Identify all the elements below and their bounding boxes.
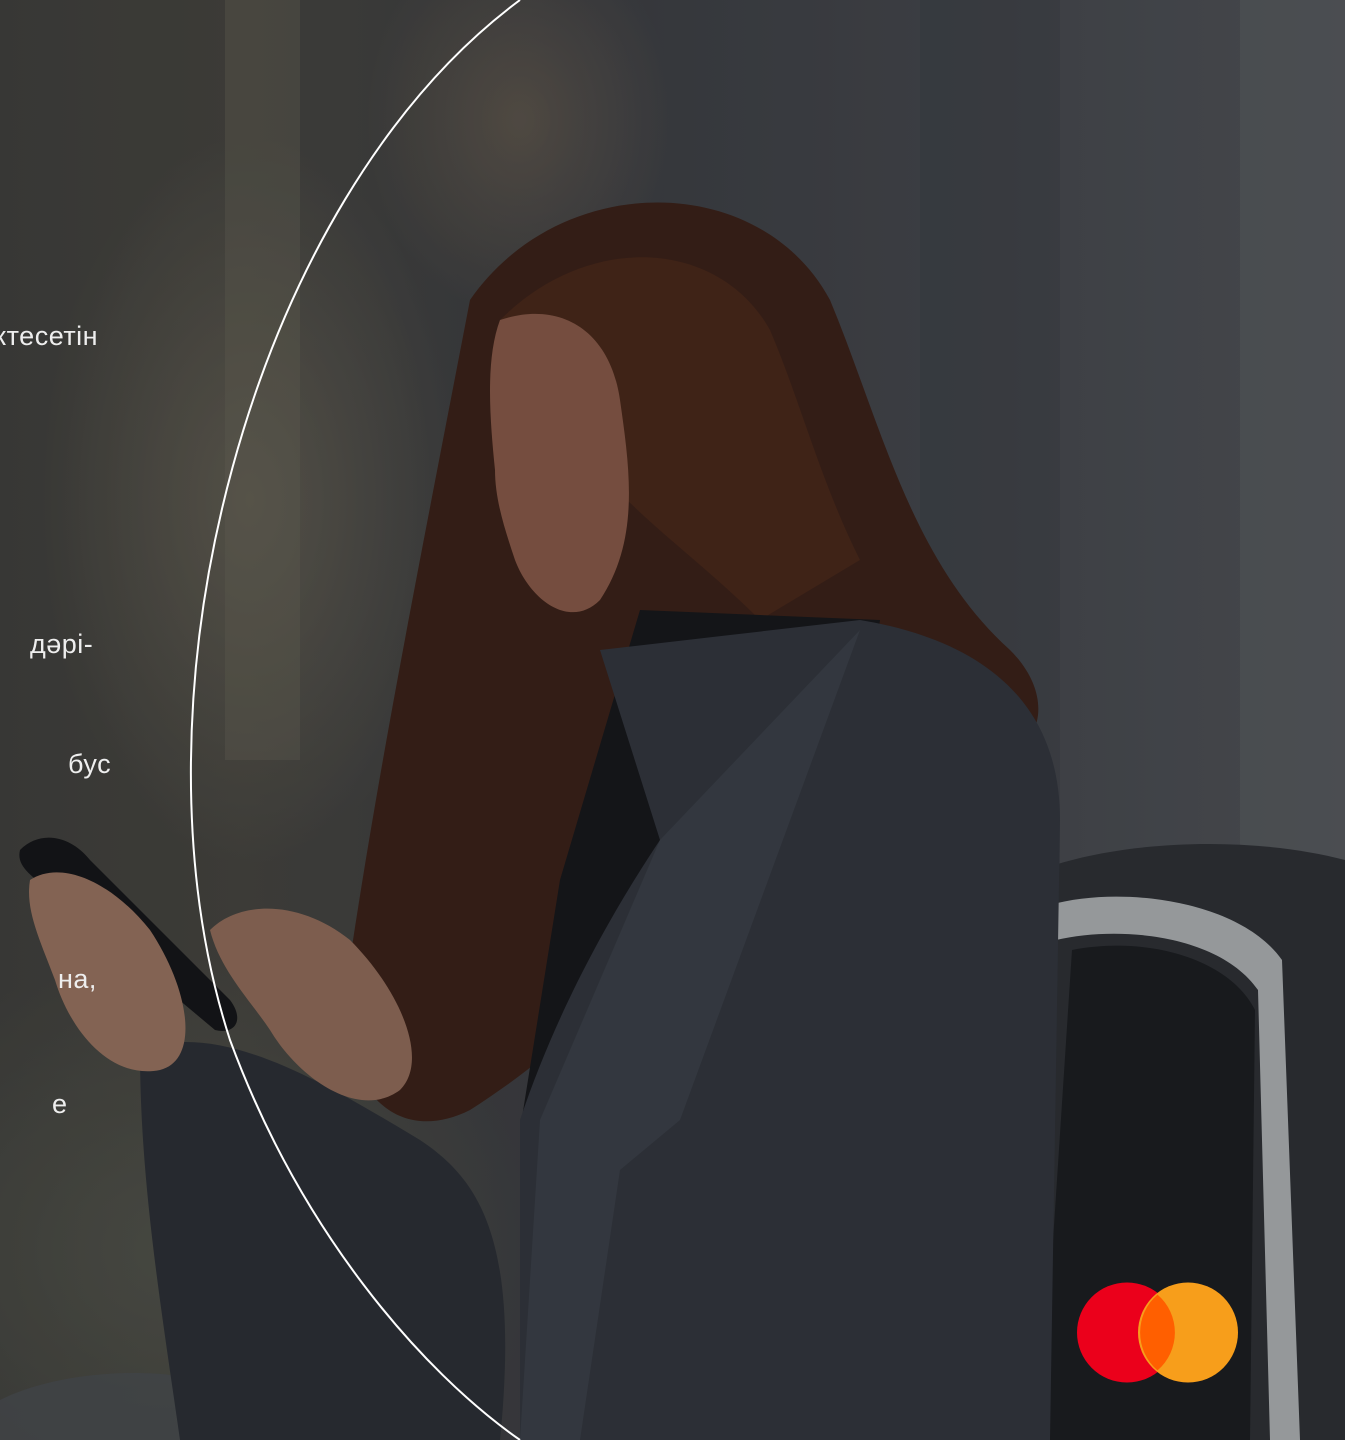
text-fragment-4: на, (58, 964, 97, 994)
text-fragment-5: е (52, 1089, 68, 1119)
mastercard-logo-icon (1077, 1282, 1238, 1383)
clipped-text-column: ктесетін дәрі- бус на, е (0, 0, 260, 1440)
text-fragment-2: дәрі- (30, 629, 94, 659)
text-fragment-3: бус (68, 749, 112, 779)
slide-canvas: ктесетін дәрі- бус на, е (0, 0, 1345, 1440)
text-fragment-1: ктесетін (0, 321, 99, 351)
